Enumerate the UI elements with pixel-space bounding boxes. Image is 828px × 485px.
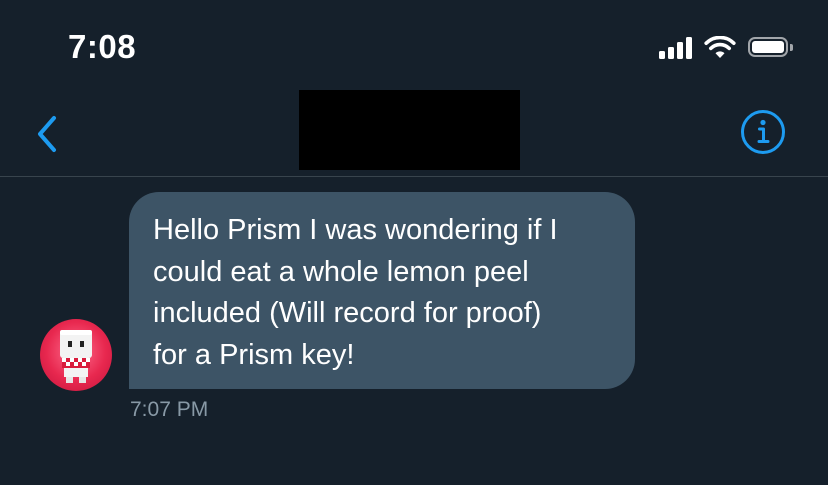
back-chevron-icon[interactable] — [30, 114, 66, 154]
status-icons — [659, 36, 794, 60]
wifi-icon — [704, 36, 736, 58]
conversation-title-redacted — [299, 90, 520, 170]
message-bubble[interactable]: Hello Prism I was wondering if I could e… — [129, 192, 635, 389]
header-divider — [0, 176, 828, 177]
message-text: Hello Prism I was wondering if I could e… — [153, 214, 558, 371]
conversation-header — [0, 88, 828, 176]
battery-icon — [748, 37, 794, 59]
status-time: 7:08 — [68, 28, 137, 65]
signal-icon — [659, 37, 692, 59]
status-bar: 7:08 — [0, 0, 828, 95]
avatar[interactable] — [40, 319, 112, 391]
avatar-character-icon — [60, 330, 92, 383]
message-timestamp: 7:07 PM — [130, 398, 209, 421]
info-icon[interactable] — [740, 109, 786, 155]
